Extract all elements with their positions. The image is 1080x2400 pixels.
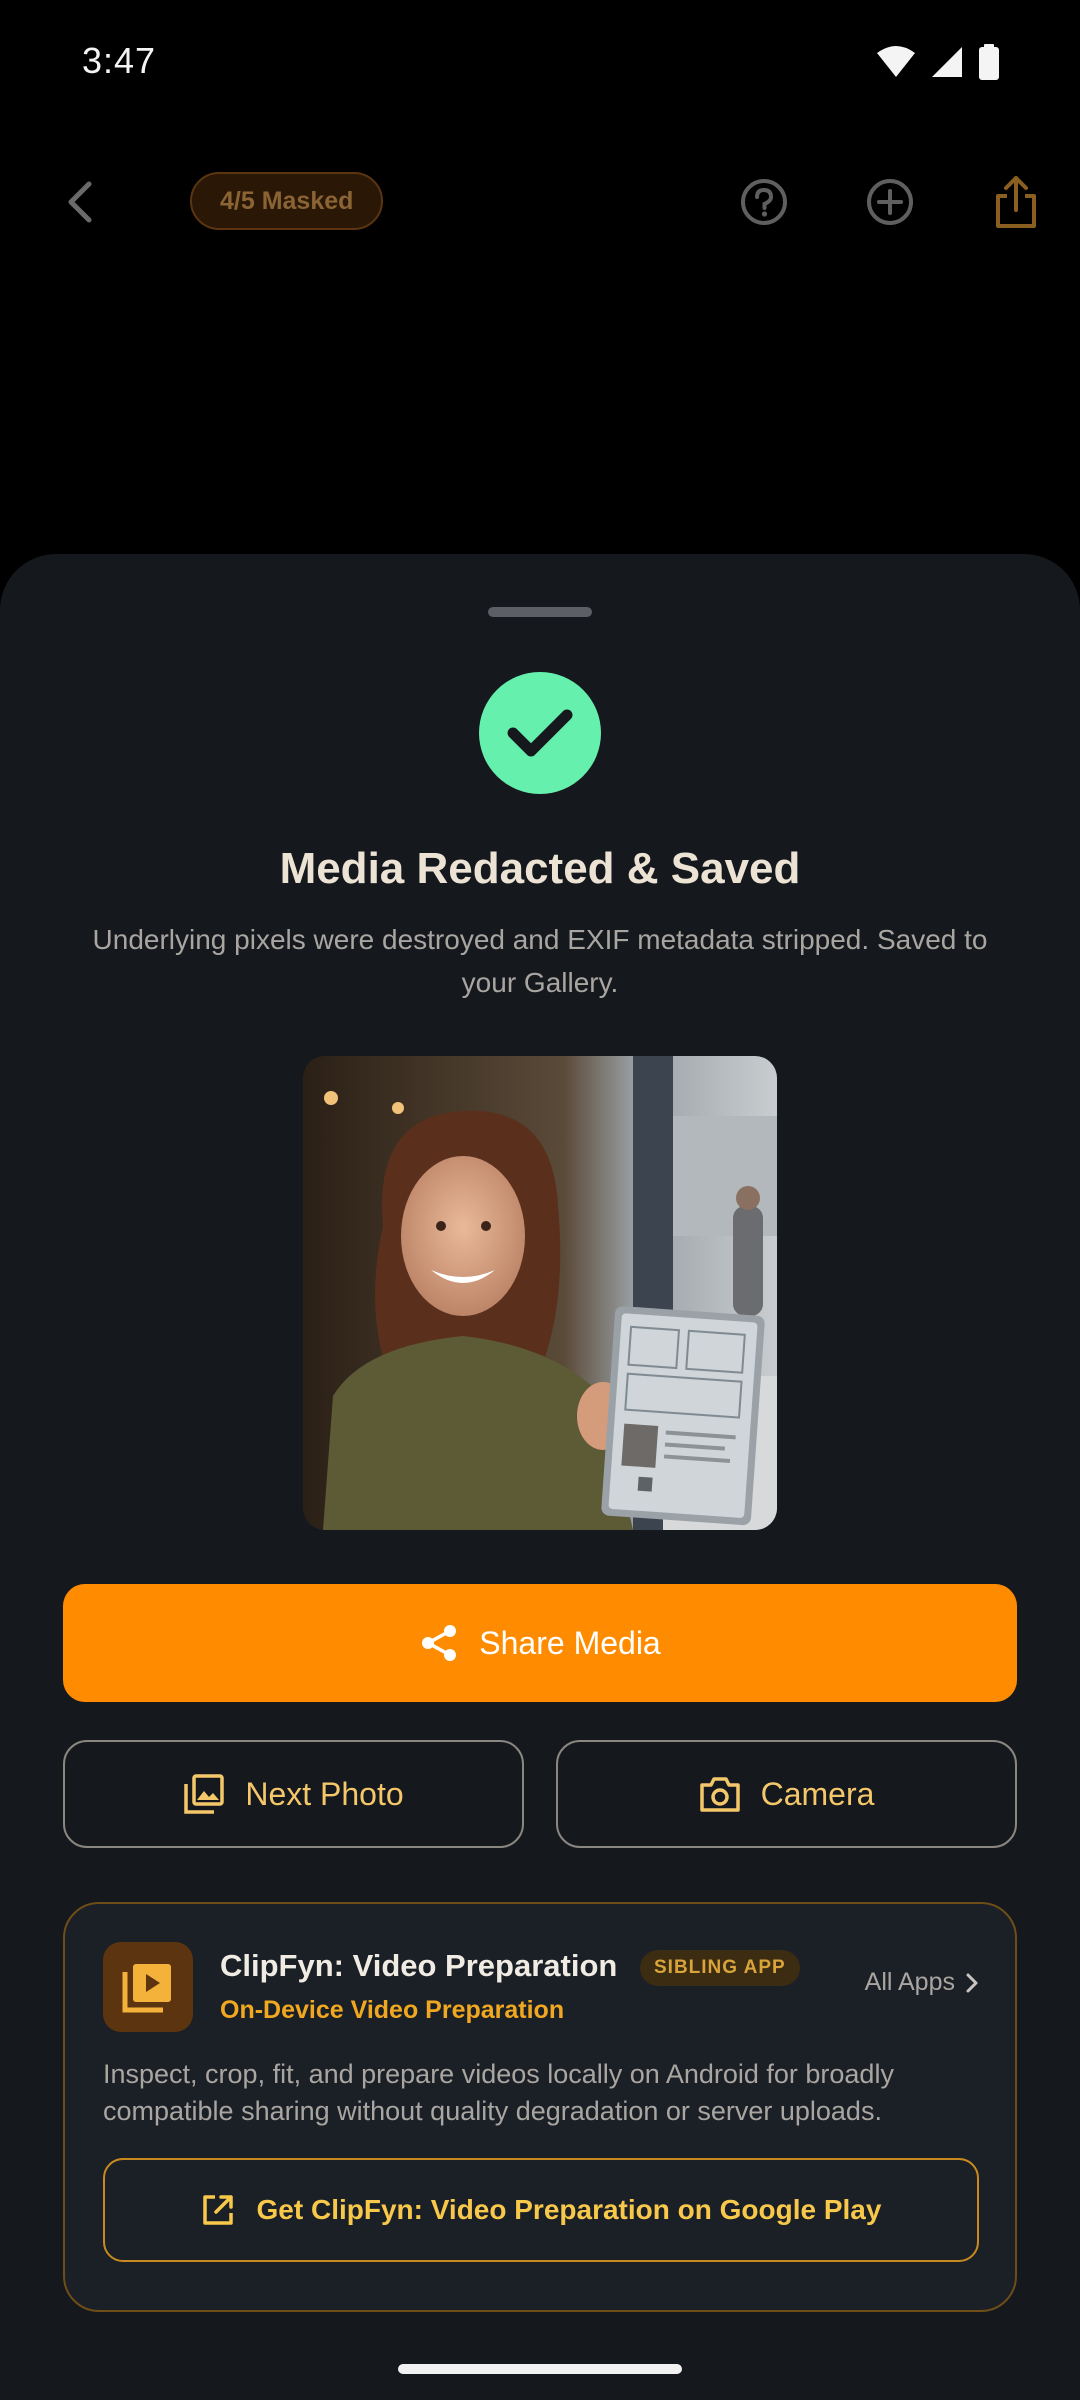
- redacted-photo[interactable]: [303, 1056, 777, 1530]
- clipfyn-app-icon: [103, 1942, 193, 2032]
- status-icons: [876, 44, 1000, 80]
- sheet-title: Media Redacted & Saved: [279, 844, 801, 893]
- share-media-button[interactable]: Share Media: [63, 1584, 1017, 1702]
- sibling-app-badge: SIBLING APP: [640, 1950, 800, 1986]
- battery-icon: [979, 44, 999, 80]
- masked-count-chip[interactable]: 4/5 Masked: [190, 172, 384, 230]
- sheet-description: Underlying pixels were destroyed and EXI…: [92, 924, 988, 998]
- sibling-app-name: ClipFyn: Video Preparation: [220, 1948, 618, 1983]
- all-apps-label: All Apps: [864, 1968, 955, 1996]
- result-bottom-sheet: Media Redacted & Saved Underlying pixels…: [0, 554, 1080, 2400]
- camera-label: Camera: [760, 1775, 875, 1812]
- check-icon: [507, 709, 573, 757]
- next-photo-button[interactable]: Next Photo: [63, 1740, 524, 1848]
- photo-image: [303, 1056, 777, 1530]
- back-button[interactable]: [50, 172, 110, 232]
- share-button-top[interactable]: [984, 170, 1048, 234]
- chevron-right-icon: [966, 1973, 978, 1992]
- open-external-icon: [202, 2195, 233, 2225]
- camera-button[interactable]: Camera: [556, 1740, 1017, 1848]
- video-library-icon: [122, 1964, 171, 2013]
- camera-icon: [699, 1777, 740, 1812]
- status-bar: 3:47: [0, 0, 1080, 120]
- home-indicator[interactable]: [398, 2364, 682, 2374]
- status-time: 3:47: [82, 40, 157, 81]
- add-button[interactable]: [858, 170, 922, 234]
- all-apps-link[interactable]: All Apps: [865, 1968, 979, 1997]
- next-photo-label: Next Photo: [245, 1775, 404, 1812]
- add-circle-icon: [867, 179, 913, 225]
- help-button[interactable]: [732, 170, 796, 234]
- signal-icon: [932, 47, 962, 77]
- chevron-left-icon: [68, 181, 92, 223]
- share-media-label: Share Media: [479, 1624, 661, 1661]
- app-bar: 4/5 Masked: [0, 160, 1080, 244]
- wifi-icon: [877, 46, 915, 77]
- sibling-app-card: ClipFyn: Video Preparation SIBLING APP O…: [63, 1902, 1017, 2312]
- google-play-label: Get ClipFyn: Video Preparation on Google…: [256, 2194, 882, 2225]
- photo-library-icon: [184, 1774, 225, 1814]
- google-play-button[interactable]: Get ClipFyn: Video Preparation on Google…: [103, 2158, 979, 2262]
- share-icon: [422, 1625, 457, 1661]
- sheet-drag-handle[interactable]: [488, 607, 592, 617]
- share-upload-icon: [996, 176, 1036, 228]
- help-circle-icon: [741, 179, 787, 225]
- sibling-app-subtitle: On-Device Video Preparation: [220, 1996, 565, 2024]
- success-badge: [479, 672, 601, 794]
- sibling-app-description: Inspect, crop, fit, and prepare videos l…: [103, 2059, 894, 2126]
